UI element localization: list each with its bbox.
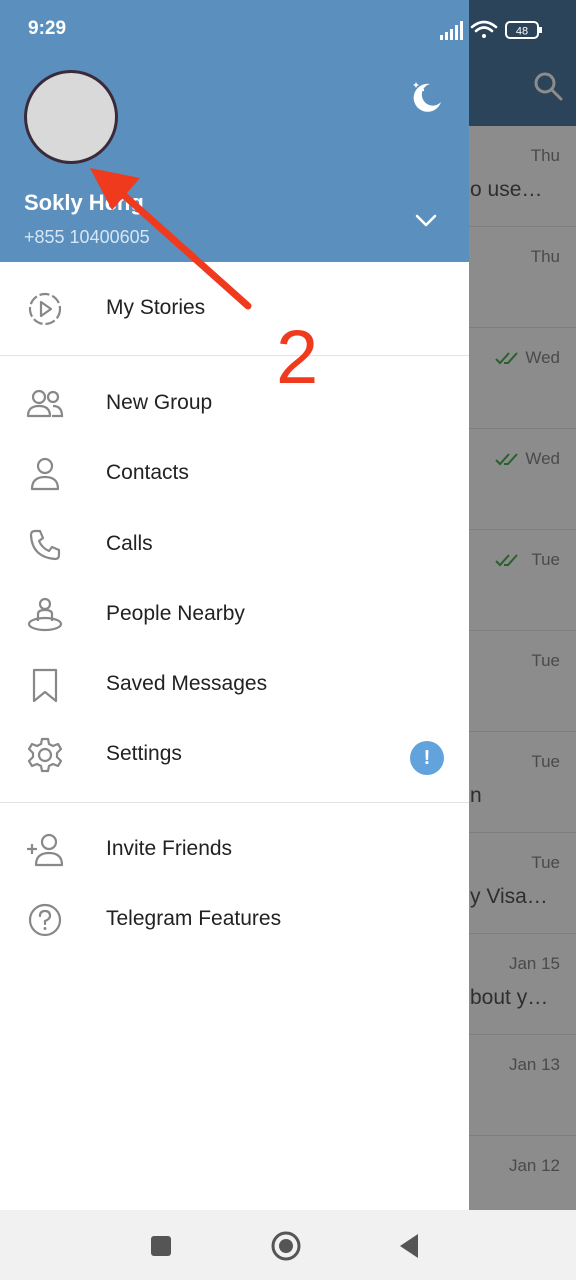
menu-item-contacts[interactable]: Contacts [0, 439, 469, 509]
signal-icon [440, 21, 463, 40]
chevron-down-icon[interactable] [414, 208, 438, 232]
menu-item-settings[interactable]: Settings ! [0, 720, 469, 790]
night-mode-icon[interactable] [408, 78, 444, 114]
status-time: 9:29 [28, 18, 67, 39]
menu-item-new-group[interactable]: New Group [0, 369, 469, 439]
status-icons: 48 [440, 20, 542, 40]
menu-label-new-group: New Group [106, 391, 213, 414]
contact-icon [30, 457, 60, 491]
back-button[interactable] [394, 1230, 426, 1262]
profile-phone: +855 10400605 [24, 227, 150, 247]
system-nav-bar [0, 1210, 576, 1280]
battery-icon: 48 [505, 21, 542, 39]
drawer-header: 9:29 48 Sokly Heng +855 10400605 [0, 0, 542, 262]
gear-icon [27, 737, 63, 773]
annotation-number: 2 [276, 315, 319, 400]
settings-alert-badge: ! [410, 741, 444, 775]
stories-icon [28, 292, 62, 326]
phone-icon [29, 529, 61, 561]
menu-label-people-nearby: People Nearby [106, 602, 245, 625]
menu-label-my-stories: My Stories [106, 296, 206, 319]
menu-item-invite-friends[interactable]: Invite Friends [0, 815, 469, 885]
menu-item-saved-messages[interactable]: Saved Messages [0, 650, 469, 720]
menu-label-contacts: Contacts [106, 461, 189, 484]
menu-label-invite-friends: Invite Friends [106, 837, 233, 860]
profile-avatar[interactable] [24, 70, 118, 164]
group-icon [26, 389, 64, 418]
svg-text:48: 48 [516, 26, 528, 38]
menu-label-telegram-features: Telegram Features [106, 907, 282, 930]
menu-item-calls[interactable]: Calls [0, 510, 469, 580]
divider [0, 355, 469, 356]
menu-item-people-nearby[interactable]: People Nearby [0, 580, 469, 650]
profile-name: Sokly Heng [24, 190, 144, 215]
menu-label-settings: Settings [106, 742, 182, 765]
menu-label-saved-messages: Saved Messages [106, 672, 268, 695]
help-icon [28, 903, 62, 937]
wifi-icon [470, 20, 498, 38]
divider [0, 802, 469, 803]
home-button[interactable] [270, 1230, 302, 1262]
bookmark-icon [32, 668, 58, 703]
recents-button[interactable] [145, 1230, 177, 1262]
add-user-icon [27, 833, 64, 867]
menu-label-calls: Calls [106, 532, 153, 555]
people-nearby-icon [27, 597, 63, 632]
menu-item-telegram-features[interactable]: Telegram Features [0, 885, 469, 955]
navigation-drawer: 9:29 48 Sokly Heng +855 10400605 My Stor… [0, 0, 542, 1210]
menu-item-my-stories[interactable]: My Stories [0, 274, 469, 344]
